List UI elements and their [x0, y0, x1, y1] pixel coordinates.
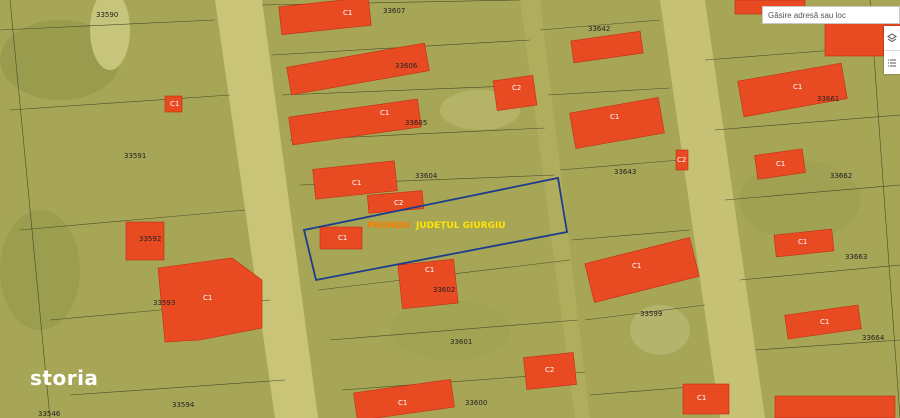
parcel-label: 33602	[433, 286, 455, 294]
parcel-label: 33594	[172, 401, 195, 409]
parcel-label: 33590	[96, 11, 118, 19]
parcel-label: 33643	[614, 168, 636, 176]
building-label: C2	[394, 199, 403, 207]
building-label: C1	[380, 109, 389, 117]
building-label: C1	[820, 318, 829, 326]
building-label: C1	[398, 399, 407, 407]
building-label: C1	[610, 113, 619, 121]
building-label: C2	[545, 366, 554, 374]
map-controls	[884, 26, 900, 74]
building-label: C1	[776, 160, 785, 168]
parcel-label: 33599	[640, 310, 662, 318]
building-label: C1	[793, 83, 802, 91]
parcel-label: 33546	[38, 410, 61, 418]
building-label: C1	[343, 9, 352, 17]
parcel-label: 33607	[383, 7, 405, 15]
parcel-label: 33591	[124, 152, 146, 160]
parcel-label: 33663	[845, 253, 867, 261]
parcel-label: 33661	[817, 95, 839, 103]
search-input[interactable]: Găsire adresă sau loc	[762, 6, 900, 24]
list-icon[interactable]	[884, 50, 900, 74]
building-label: C1	[203, 294, 212, 302]
parcel-label: 33600	[465, 399, 487, 407]
building-label: C1	[632, 262, 641, 270]
parcel-label: 33592	[139, 235, 161, 243]
building-label: C1	[338, 234, 347, 242]
locality-label: PRUNDU	[367, 221, 410, 231]
brand-logo: storia	[30, 366, 99, 390]
satellite-map[interactable]: C1 C1 C1 C1 C2 C1 C1 C1 C2 C1 C2 C1 C2 C…	[0, 0, 900, 418]
building-label: C1	[170, 100, 179, 108]
parcel-label: 33604	[415, 172, 438, 180]
building-label: C1	[425, 266, 434, 274]
building-label: C2	[677, 156, 686, 164]
county-label: JUDEȚUL GIURGIU	[415, 221, 506, 231]
parcel-label: 33606	[395, 62, 418, 70]
parcel-label: 33593	[153, 299, 175, 307]
building-label: C1	[798, 238, 807, 246]
layers-icon[interactable]	[884, 26, 900, 50]
building-label: C1	[697, 394, 706, 402]
parcel-label: 33642	[588, 25, 610, 33]
parcel-label: 33605	[405, 119, 427, 127]
building-label: C1	[352, 179, 361, 187]
building-label: C2	[512, 84, 521, 92]
parcel-label: 33601	[450, 338, 472, 346]
parcel-label: 33662	[830, 172, 852, 180]
parcel-label: 33664	[862, 334, 885, 342]
